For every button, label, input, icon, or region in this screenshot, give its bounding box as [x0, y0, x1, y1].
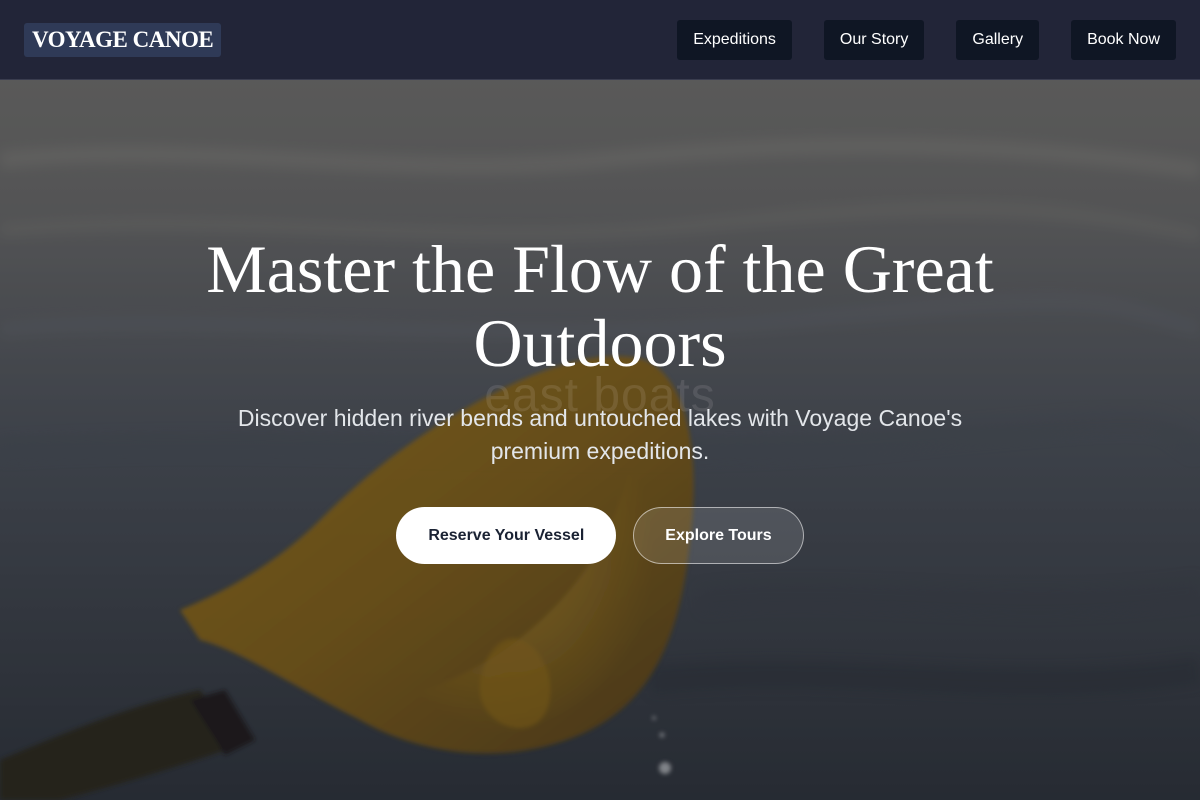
top-navbar: VOYAGE CANOE Expeditions Our Story Galle… [0, 0, 1200, 80]
nav-expeditions[interactable]: Expeditions [677, 20, 792, 60]
cta-group: Reserve Your Vessel Explore Tours [0, 507, 1200, 564]
nav-book-now[interactable]: Book Now [1071, 20, 1176, 60]
nav-our-story[interactable]: Our Story [823, 20, 925, 60]
explore-tours-button[interactable]: Explore Tours [633, 507, 804, 564]
hero-content: east boats Master the Flow of the Great … [0, 0, 1200, 800]
hero-headline: Master the Flow of the Great Outdoors [206, 231, 994, 381]
reserve-vessel-button[interactable]: Reserve Your Vessel [396, 507, 617, 564]
brand-logo[interactable]: VOYAGE CANOE [24, 23, 222, 57]
hero-subhead: Discover hidden river bends and untouche… [237, 405, 963, 464]
nav-gallery[interactable]: Gallery [956, 20, 1040, 60]
main-nav: Expeditions Our Story Gallery Book Now [677, 20, 1176, 60]
